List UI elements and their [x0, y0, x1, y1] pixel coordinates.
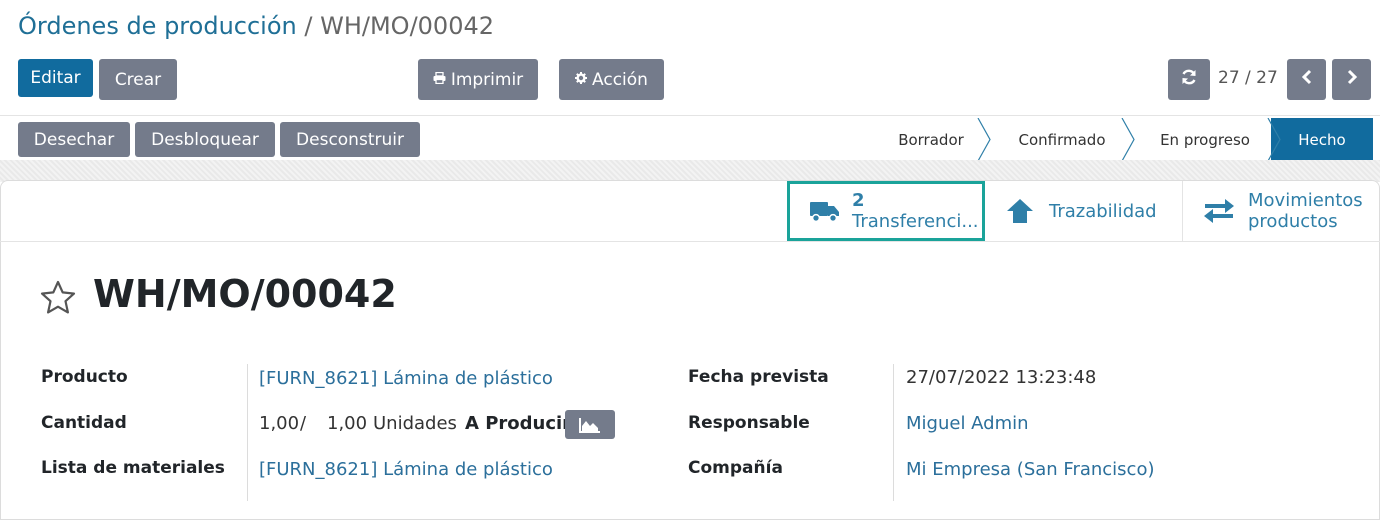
stage-draft[interactable]: Borrador	[878, 118, 984, 161]
scheduled-date-label: Fecha prevista	[688, 367, 829, 387]
responsible-value[interactable]: Miguel Admin	[906, 413, 1029, 434]
stage-in-progress[interactable]: En progreso	[1138, 118, 1272, 161]
traceability-label: Trazabilidad	[1049, 200, 1157, 222]
product-value[interactable]: [FURN_8621] Lámina de plástico	[259, 368, 553, 389]
company-label: Compañía	[688, 458, 783, 478]
quantity-label: Cantidad	[41, 413, 127, 433]
stage-done[interactable]: Hecho	[1271, 118, 1373, 161]
control-panel-divider	[0, 115, 1380, 116]
unbuild-button[interactable]: Desconstruir	[280, 122, 420, 157]
moves-label-line1: Movimientos	[1248, 190, 1363, 211]
stage-arrow-separator	[1121, 118, 1135, 161]
arrow-up-icon	[1006, 198, 1034, 224]
breadcrumb: Órdenes de producción / WH/MO/00042	[18, 12, 494, 40]
scheduled-date-value: 27/07/2022 13:23:48	[906, 367, 1097, 388]
moves-label-line2: productos	[1248, 211, 1338, 232]
form-background	[0, 160, 1380, 182]
exchange-icon	[1203, 199, 1235, 223]
stage-arrow-separator	[977, 118, 991, 161]
quantity-done: 1,00	[259, 413, 300, 434]
record-title: WH/MO/00042	[93, 272, 397, 316]
edit-button[interactable]: Editar	[18, 59, 93, 97]
stage-confirmed[interactable]: Confirmado	[992, 118, 1132, 161]
quantity-total: 1,00	[327, 413, 368, 434]
transfers-smart-button[interactable]: 2 Transferenci...	[787, 181, 985, 241]
area-chart-icon	[579, 417, 601, 433]
breadcrumb-parent-link[interactable]: Órdenes de producción	[18, 12, 297, 40]
breadcrumb-separator: /	[304, 12, 313, 40]
traceability-smart-button[interactable]: Trazabilidad	[986, 181, 1182, 241]
bom-label: Lista de materiales	[41, 458, 225, 478]
responsible-label: Responsable	[688, 413, 810, 433]
action-label: Acción	[592, 69, 648, 90]
scrap-button[interactable]: Desechar	[18, 122, 130, 157]
unlock-button[interactable]: Desbloquear	[135, 122, 275, 157]
pager-previous-button[interactable]	[1287, 59, 1326, 100]
star-icon[interactable]	[40, 280, 76, 318]
bom-value[interactable]: [FURN_8621] Lámina de plástico	[259, 459, 553, 480]
forecast-chart-button[interactable]	[565, 410, 615, 439]
field-divider	[893, 364, 894, 501]
product-moves-smart-button[interactable]: Movimientos productos	[1182, 181, 1380, 241]
print-icon	[433, 71, 446, 87]
uom-value: Unidades	[373, 413, 457, 434]
to-produce-label: A Producir	[465, 413, 572, 434]
action-button[interactable]: Acción	[559, 59, 664, 100]
transfers-label: Transferenci...	[852, 211, 979, 232]
truck-icon	[810, 199, 840, 223]
company-value[interactable]: Mi Empresa (San Francisco)	[906, 459, 1155, 480]
pager-next-button[interactable]	[1332, 59, 1371, 100]
refresh-button[interactable]	[1168, 59, 1210, 100]
chevron-right-icon	[1346, 69, 1358, 90]
print-button[interactable]: Imprimir	[418, 59, 538, 100]
print-label: Imprimir	[450, 69, 524, 90]
refresh-icon	[1180, 68, 1198, 91]
create-button[interactable]: Crear	[99, 59, 177, 100]
gear-icon	[575, 72, 588, 87]
pager-value[interactable]: 27 / 27	[1218, 68, 1278, 88]
button-box-divider	[0, 241, 1380, 242]
quantity-separator: /	[300, 413, 307, 434]
breadcrumb-current: WH/MO/00042	[320, 12, 495, 40]
transfers-count: 2	[852, 190, 865, 211]
chevron-left-icon	[1301, 69, 1313, 90]
field-divider	[247, 364, 248, 501]
product-label: Producto	[41, 367, 128, 387]
stage-arrow-separator	[1267, 118, 1281, 161]
